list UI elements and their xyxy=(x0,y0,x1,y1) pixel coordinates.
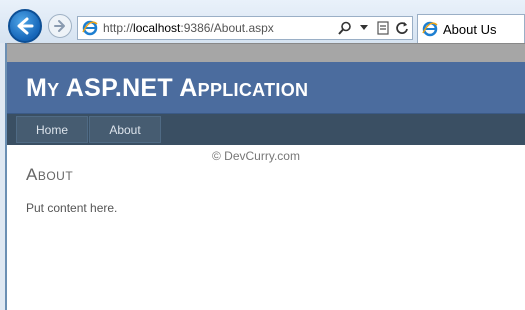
tab-title: About Us xyxy=(443,21,497,37)
site-header: My ASP.NET Application xyxy=(7,62,525,114)
ie-logo-icon xyxy=(82,20,98,36)
page-heading: About xyxy=(26,165,74,184)
browser-tab[interactable]: About Us xyxy=(417,14,525,43)
forward-arrow-icon xyxy=(54,20,65,32)
watermark: © DevCurry.com xyxy=(212,149,300,163)
body-text: Put content here. xyxy=(26,201,118,215)
address-bar[interactable]: http://localhost:9386/About.aspx xyxy=(77,16,413,40)
url-text: http://localhost:9386/About.aspx xyxy=(103,21,274,35)
browser-toolbar: http://localhost:9386/About.aspx About U… xyxy=(0,0,525,43)
main-content: © DevCurry.com About Put content here. xyxy=(7,145,525,310)
site-title: My ASP.NET Application xyxy=(26,74,309,102)
back-arrow-icon xyxy=(17,17,34,35)
dropdown-icon[interactable] xyxy=(357,20,371,36)
search-icon[interactable] xyxy=(338,20,352,36)
web-page: My ASP.NET Application Home About © DevC… xyxy=(5,43,525,310)
menu-item-home[interactable]: Home xyxy=(16,116,88,143)
forward-button[interactable] xyxy=(48,14,72,38)
tab-ie-icon xyxy=(422,21,438,37)
nav-menu: Home About xyxy=(7,114,525,145)
back-button[interactable] xyxy=(8,9,42,43)
refresh-icon[interactable] xyxy=(395,20,409,36)
page-top-strip xyxy=(7,43,525,62)
menu-item-about[interactable]: About xyxy=(89,116,161,143)
compatibility-view-icon[interactable] xyxy=(376,20,390,36)
